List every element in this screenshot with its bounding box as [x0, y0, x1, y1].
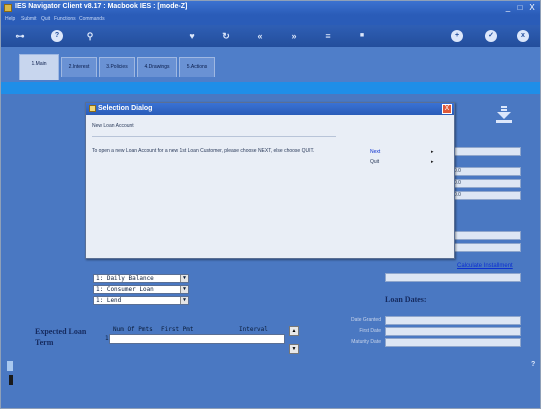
dialog-icon — [89, 105, 96, 112]
right-field-3[interactable]: 0.0 — [451, 179, 521, 188]
right-field-4[interactable]: 0.0 — [451, 191, 521, 200]
refresh-icon[interactable]: ↻ — [219, 30, 233, 42]
combo-balance-method-value: 1: Daily Balance — [96, 275, 154, 282]
window-title: IES Navigator Client v8.17 : Macbook IES… — [15, 3, 188, 10]
close-window-button[interactable]: X — [527, 3, 537, 13]
grid-header-num-pmts: Num Of Pmts — [113, 326, 153, 333]
add-icon[interactable]: + — [451, 30, 463, 42]
menu-functions[interactable]: Functions — [54, 16, 76, 22]
calculate-installment-link[interactable]: Calculate Installment — [457, 263, 513, 269]
grid-header-first-pmt: First Pmt — [161, 326, 194, 333]
toolbar: ⊶ ? ⚲ ♥ ↻ « » ≡ ■ + ✓ x — [1, 25, 540, 47]
scroll-down-button[interactable]: ▼ — [289, 344, 299, 354]
search-icon[interactable]: ⚲ — [83, 30, 97, 42]
menu-submit[interactable]: Submit — [21, 16, 37, 22]
scroll-up-button[interactable]: ▲ — [289, 326, 299, 336]
dialog-title: Selection Dialog — [86, 103, 454, 115]
help-question-icon[interactable]: ? — [531, 361, 535, 368]
menu-quit[interactable]: Quit — [41, 16, 50, 22]
tab-drawings[interactable]: 4.Drawings — [137, 57, 177, 77]
next-option[interactable]: Next — [370, 149, 380, 155]
date-granted-label: Date Granted — [350, 317, 381, 323]
expected-term-label-line1: Expected Loan — [35, 327, 87, 336]
quit-arrow-icon: ▸ — [431, 159, 434, 165]
menu-commands[interactable]: Commands — [79, 16, 105, 22]
forward-icon[interactable]: » — [287, 30, 301, 42]
application-window: IES Navigator Client v8.17 : Macbook IES… — [0, 0, 541, 409]
cancel-icon[interactable]: x — [517, 30, 529, 42]
loan-dates-heading: Loan Dates: — [385, 295, 427, 304]
dialog-close-button[interactable]: X — [442, 104, 452, 114]
dialog-message: To open a new Loan Account for a new 1st… — [92, 148, 315, 154]
combo-loan-class[interactable]: 1: Consumer Loan ▼ — [93, 285, 189, 294]
maturity-date-label: Maturity Date — [351, 339, 381, 345]
check-icon[interactable]: ✓ — [485, 30, 497, 42]
right-field-1[interactable] — [451, 147, 521, 156]
info-icon[interactable] — [9, 375, 13, 385]
menu-bar: Help Submit Quit Functions Commands — [1, 15, 540, 25]
next-arrow-icon: ▸ — [431, 149, 434, 155]
grid-header-interval: Interval — [239, 326, 268, 333]
rewind-icon[interactable]: « — [253, 30, 267, 42]
combo-loan-type-value: 1: Lend — [96, 297, 122, 304]
dialog-separator — [92, 136, 336, 137]
heart-icon[interactable]: ♥ — [185, 30, 199, 42]
date-granted-field[interactable] — [385, 316, 521, 325]
selection-dialog: Selection Dialog X New Loan Account To o… — [85, 102, 455, 259]
tab-strip: 1.Main 2.Interest 3.Policies 4.Drawings … — [1, 47, 540, 82]
tab-main[interactable]: 1.Main — [19, 54, 59, 80]
help-icon[interactable]: ? — [51, 30, 63, 42]
right-field-7[interactable] — [385, 273, 521, 282]
maximize-button[interactable]: □ — [515, 3, 525, 13]
app-icon — [4, 4, 12, 12]
minimize-button[interactable]: _ — [503, 3, 513, 13]
grid-row-input[interactable] — [109, 334, 285, 344]
combo-loan-type[interactable]: 1: Lend ▼ — [93, 296, 189, 305]
download-icon[interactable] — [495, 106, 513, 124]
accent-bar — [1, 82, 540, 94]
right-field-6[interactable] — [451, 243, 521, 252]
menu-help[interactable]: Help — [5, 16, 15, 22]
maturity-date-field[interactable] — [385, 338, 521, 347]
chevron-down-icon[interactable]: ▼ — [180, 297, 188, 304]
quit-option[interactable]: Quit — [370, 159, 379, 165]
trash-icon[interactable]: ■ — [355, 30, 369, 42]
first-date-label: First Date — [359, 328, 381, 334]
chevron-down-icon[interactable]: ▼ — [180, 286, 188, 293]
tab-actions[interactable]: 5.Actions — [179, 57, 215, 77]
chevron-down-icon[interactable]: ▼ — [180, 275, 188, 282]
right-field-2[interactable]: 0.0 — [451, 167, 521, 176]
expected-term-label-line2: Term — [35, 338, 54, 347]
term-grid: Num Of Pmts First Pmt Interval 1 — [93, 326, 285, 352]
combo-loan-class-value: 1: Consumer Loan — [96, 286, 154, 293]
title-bar: IES Navigator Client v8.17 : Macbook IES… — [1, 1, 540, 15]
key-icon[interactable]: ⊶ — [11, 30, 29, 42]
right-field-5[interactable] — [451, 231, 521, 240]
status-bar: ? — [1, 357, 540, 408]
combo-balance-method[interactable]: 1: Daily Balance ▼ — [93, 274, 189, 283]
edit-icon[interactable]: ≡ — [321, 30, 335, 42]
dialog-header: New Loan Account — [92, 123, 134, 129]
tab-policies[interactable]: 3.Policies — [99, 57, 135, 77]
dialog-overlay: Selection Dialog X New Loan Account To o… — [85, 102, 455, 259]
status-indicator-icon — [7, 361, 13, 371]
first-date-field[interactable] — [385, 327, 521, 336]
tab-interest[interactable]: 2.Interest — [61, 57, 97, 77]
